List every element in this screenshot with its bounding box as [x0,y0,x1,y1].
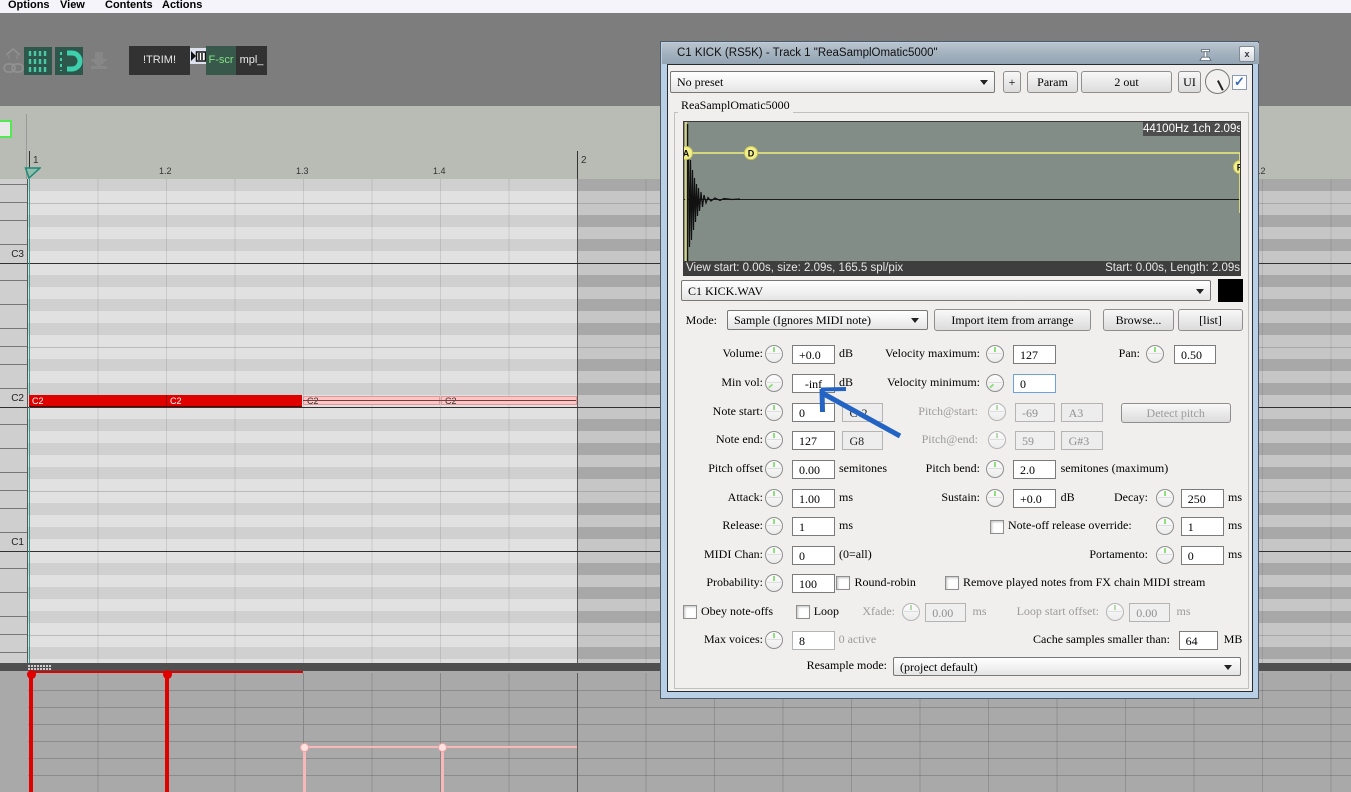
svg-text:A: A [684,149,690,159]
svg-text:D: D [748,149,755,159]
svg-text:R: R [1237,163,1241,173]
